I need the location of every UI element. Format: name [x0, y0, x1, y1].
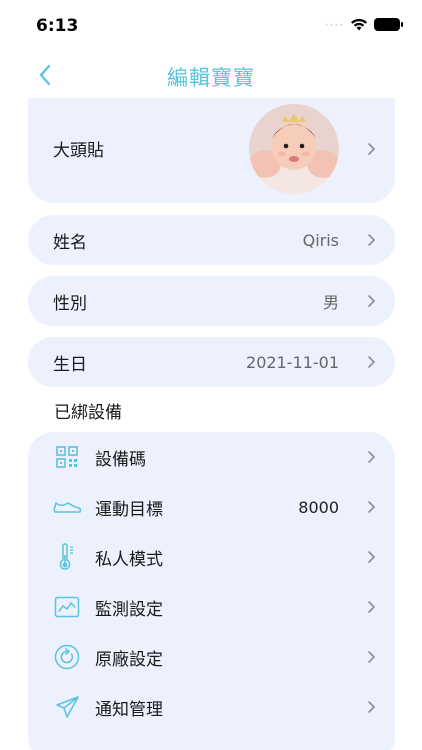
name-value: Qiris [302, 230, 339, 250]
shoe-icon [52, 492, 82, 522]
monitor-settings-label: 監測設定 [95, 599, 163, 620]
reset-icon [52, 642, 82, 672]
chevron-right-icon [368, 651, 375, 663]
exercise-goal-row[interactable]: 運動目標 8000 [28, 482, 395, 532]
avatar-photo [249, 104, 339, 194]
chevron-right-icon [368, 356, 375, 368]
chart-monitor-icon [52, 592, 82, 622]
birthday-card[interactable]: 生日 2021-11-01 [28, 337, 395, 387]
name-row[interactable]: 姓名 Qiris [28, 215, 395, 265]
gender-value: 男 [322, 293, 339, 312]
battery-icon [374, 18, 403, 31]
private-mode-label: 私人模式 [95, 549, 163, 570]
chevron-right-icon [368, 501, 375, 513]
name-card[interactable]: 姓名 Qiris [28, 215, 395, 265]
chevron-right-icon [368, 143, 375, 155]
wifi-icon [351, 18, 367, 31]
thermometer-icon [52, 542, 82, 572]
signal-icon: ···· [324, 17, 344, 32]
paper-plane-icon [52, 692, 82, 722]
chevron-right-icon [368, 234, 375, 246]
status-time: 6:13 [36, 16, 79, 36]
page-title: 編輯寶寶 [167, 66, 255, 90]
chevron-right-icon [368, 701, 375, 713]
status-bar: 6:13 ···· [0, 0, 422, 50]
device-settings-card: 設備碼 運動目標 8000 私人模式 監測設定 原廠設定 通知管理 [28, 432, 395, 750]
birthday-label: 生日 [53, 354, 87, 375]
device-code-label: 設備碼 [95, 449, 146, 470]
avatar[interactable] [249, 104, 339, 194]
factory-reset-label: 原廠設定 [95, 649, 163, 670]
notification-management-row[interactable]: 通知管理 [28, 682, 395, 732]
device-code-row[interactable]: 設備碼 [28, 432, 395, 482]
avatar-card[interactable]: 大頭貼 [28, 98, 395, 203]
birthday-value: 2021-11-01 [246, 352, 339, 372]
qr-code-icon [52, 442, 82, 472]
chevron-right-icon [368, 295, 375, 307]
gender-label: 性別 [53, 293, 87, 314]
exercise-goal-value: 8000 [298, 497, 339, 517]
avatar-label: 大頭貼 [53, 141, 104, 161]
name-label: 姓名 [53, 232, 87, 253]
gender-row[interactable]: 性別 男 [28, 276, 395, 326]
factory-reset-row[interactable]: 原廠設定 [28, 632, 395, 682]
gender-card[interactable]: 性別 男 [28, 276, 395, 326]
monitor-settings-row[interactable]: 監測設定 [28, 582, 395, 632]
notification-management-label: 通知管理 [95, 699, 163, 720]
chevron-right-icon [368, 451, 375, 463]
section-title: 已綁設備 [54, 403, 122, 423]
chevron-right-icon [368, 551, 375, 563]
avatar-row[interactable]: 大頭貼 [28, 98, 395, 198]
nav-bar: 編輯寶寶 [0, 52, 422, 96]
private-mode-row[interactable]: 私人模式 [28, 532, 395, 582]
birthday-row[interactable]: 生日 2021-11-01 [28, 337, 395, 387]
exercise-goal-label: 運動目標 [95, 499, 163, 520]
status-icons: ···· [324, 17, 403, 32]
chevron-right-icon [368, 601, 375, 613]
